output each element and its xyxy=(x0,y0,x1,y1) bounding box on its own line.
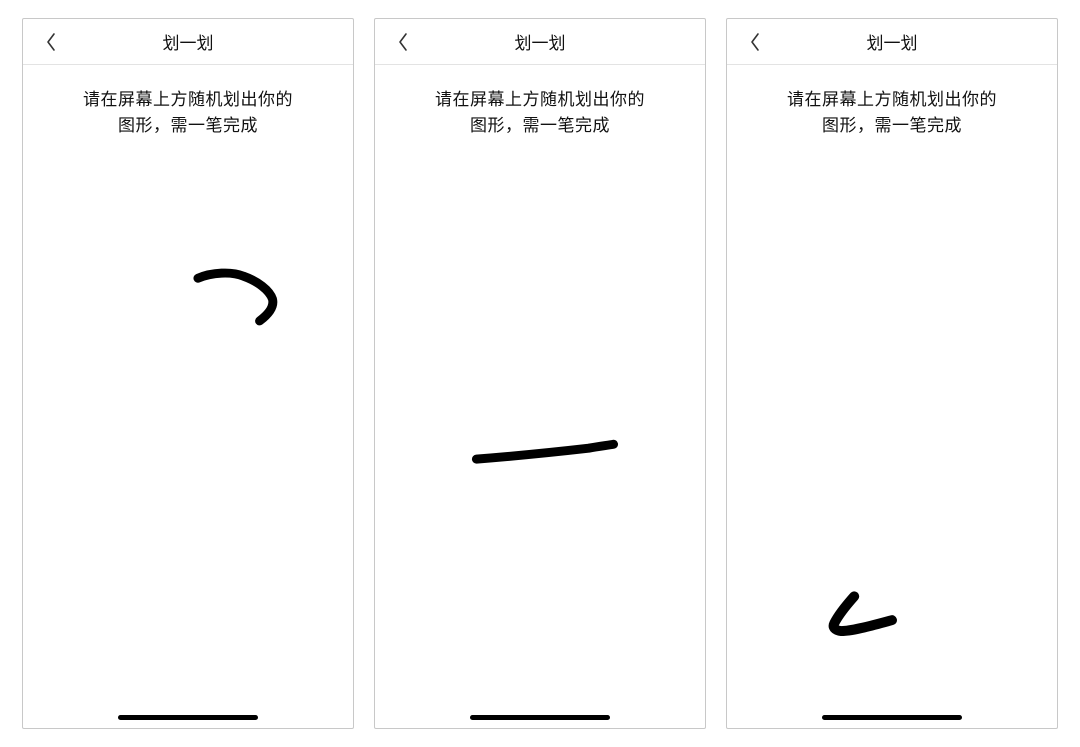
back-button[interactable] xyxy=(385,19,421,65)
user-stroke xyxy=(198,273,273,321)
phone-screen-1: 划一划 请在屏幕上方随机划出你的 图形，需一笔完成 xyxy=(22,18,354,729)
back-button[interactable] xyxy=(737,19,773,65)
phone-screen-3: 划一划 请在屏幕上方随机划出你的 图形，需一笔完成 xyxy=(726,18,1058,729)
chevron-left-icon xyxy=(396,31,410,53)
phone-screen-2: 划一划 请在屏幕上方随机划出你的 图形，需一笔完成 xyxy=(374,18,706,729)
screenshot-row: 划一划 请在屏幕上方随机划出你的 图形，需一笔完成 划一划 xyxy=(0,0,1080,747)
content-area: 请在屏幕上方随机划出你的 图形，需一笔完成 xyxy=(375,65,705,728)
home-indicator[interactable] xyxy=(822,715,962,720)
back-button[interactable] xyxy=(33,19,69,65)
navbar: 划一划 xyxy=(23,19,353,65)
drawing-canvas[interactable] xyxy=(727,65,1057,728)
page-title: 划一划 xyxy=(163,29,214,54)
home-indicator[interactable] xyxy=(118,715,258,720)
chevron-left-icon xyxy=(748,31,762,53)
user-stroke xyxy=(834,596,892,631)
home-indicator[interactable] xyxy=(470,715,610,720)
content-area: 请在屏幕上方随机划出你的 图形，需一笔完成 xyxy=(727,65,1057,728)
content-area: 请在屏幕上方随机划出你的 图形，需一笔完成 xyxy=(23,65,353,728)
navbar: 划一划 xyxy=(727,19,1057,65)
drawing-canvas[interactable] xyxy=(23,65,353,728)
drawing-canvas[interactable] xyxy=(375,65,705,728)
chevron-left-icon xyxy=(44,31,58,53)
navbar: 划一划 xyxy=(375,19,705,65)
page-title: 划一划 xyxy=(867,29,918,54)
user-stroke xyxy=(476,444,613,459)
page-title: 划一划 xyxy=(515,29,566,54)
